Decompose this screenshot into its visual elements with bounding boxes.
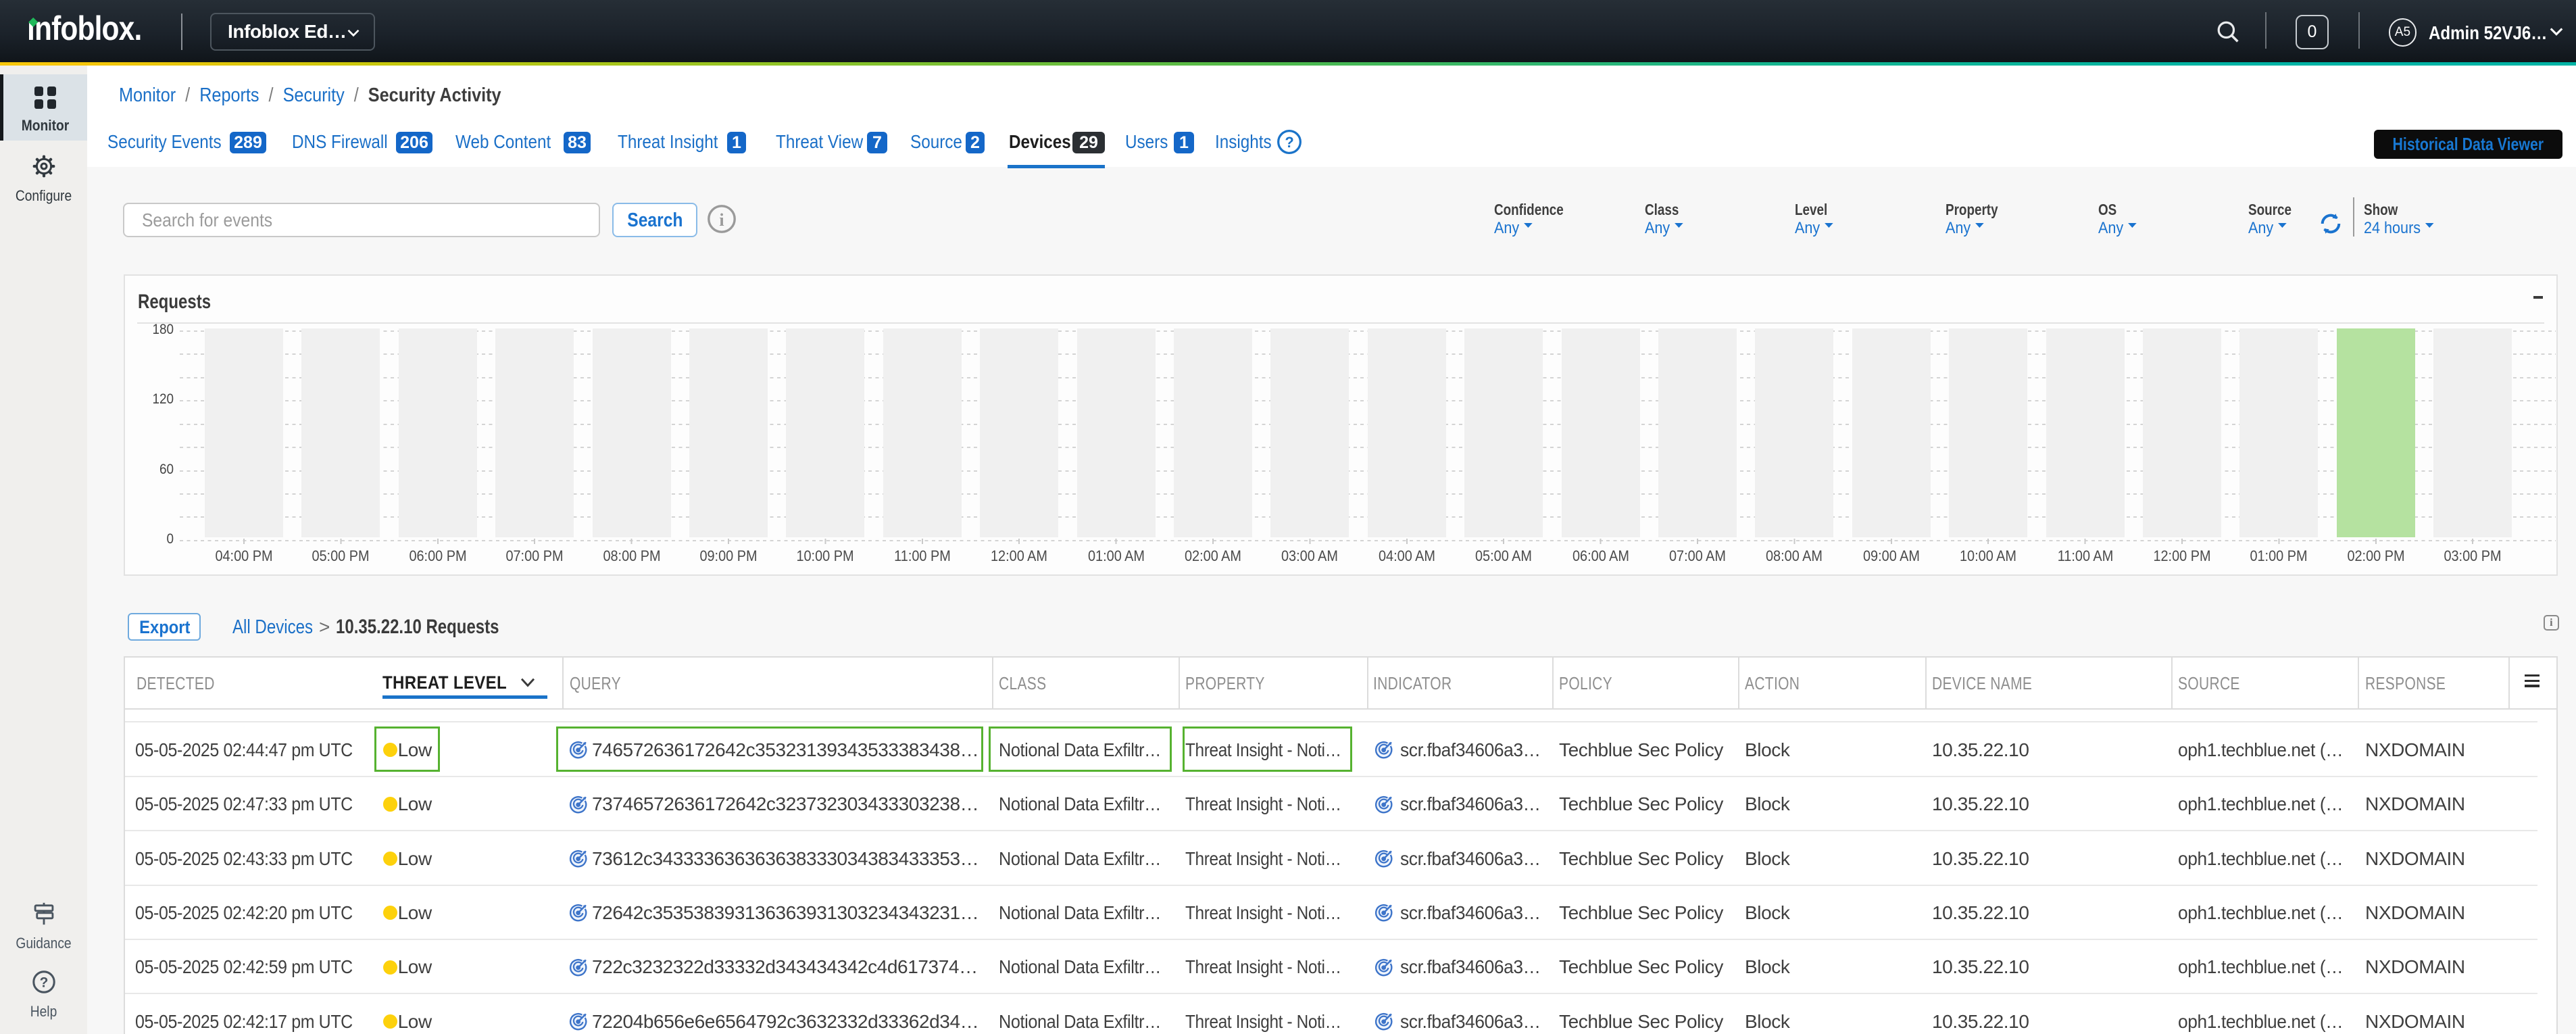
svg-text:i: i: [719, 210, 724, 230]
svg-text:?: ?: [39, 975, 48, 991]
svg-text:?: ?: [1285, 134, 1293, 151]
